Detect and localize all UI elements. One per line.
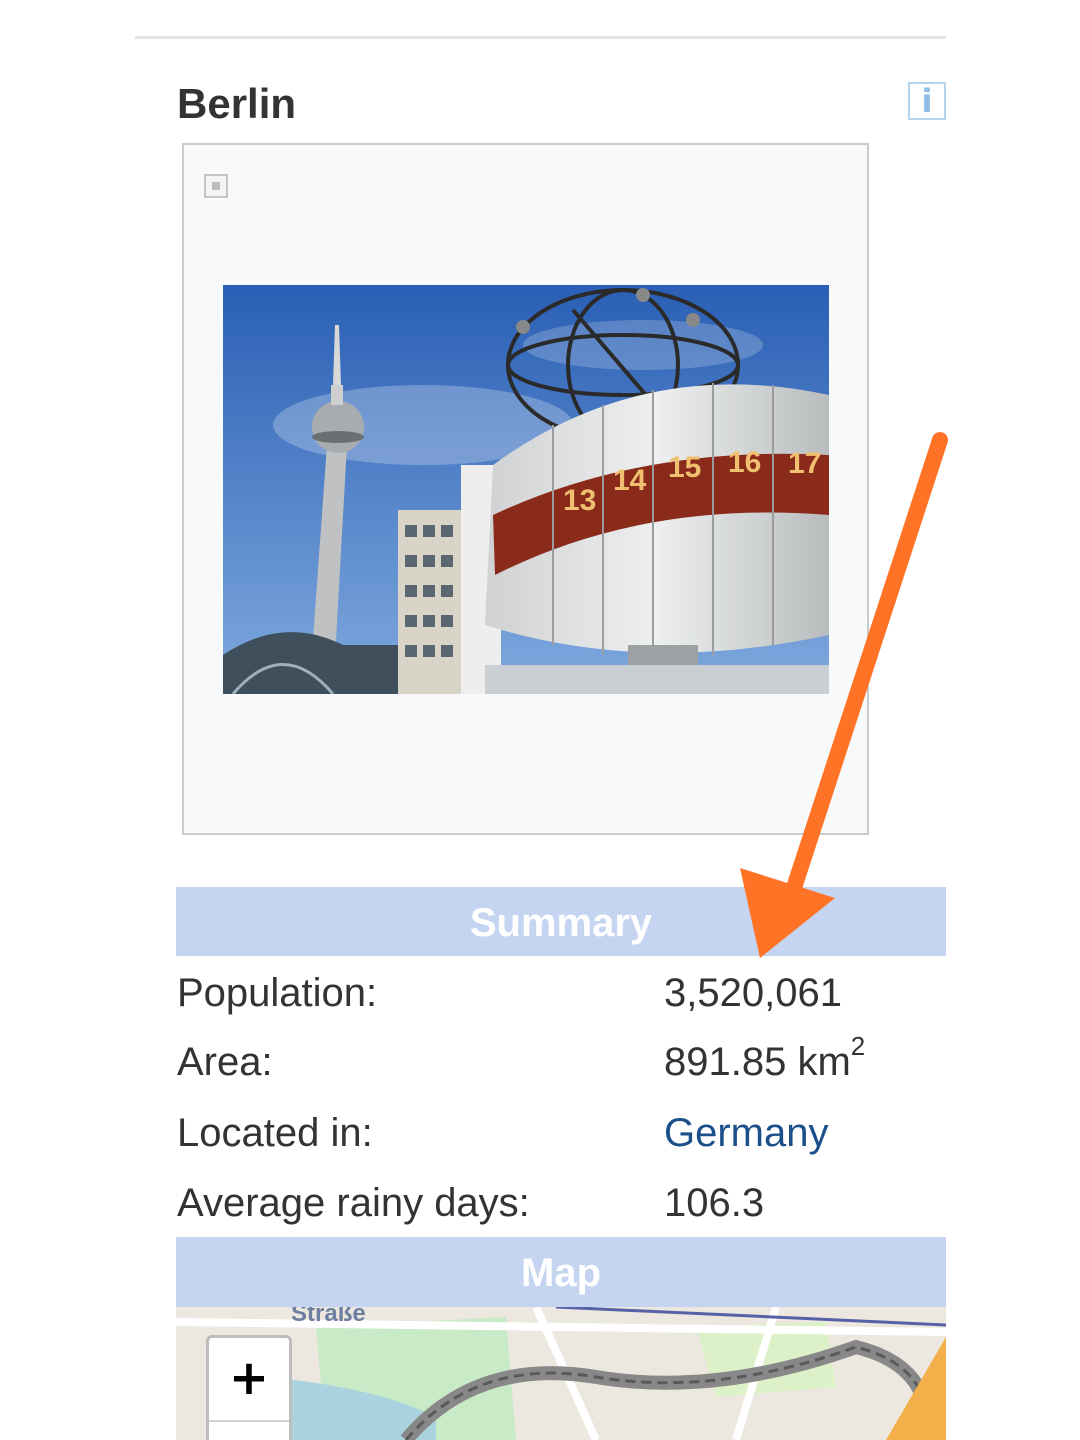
- info-icon[interactable]: i: [908, 82, 946, 120]
- zoom-in-button[interactable]: +: [209, 1338, 289, 1418]
- map-street-label: Straße: [291, 1307, 366, 1327]
- image-placeholder-icon: [204, 174, 228, 198]
- clock-number-16: 16: [728, 446, 761, 479]
- area-value: 891.85 km2: [664, 1032, 865, 1092]
- heading-divider: [135, 36, 946, 39]
- summary-row-located-in: Located in: Germany: [177, 1103, 937, 1163]
- summary-row-area: Area: 891.85 km2: [177, 1032, 937, 1092]
- clock-number-13: 13: [563, 484, 596, 517]
- summary-row-rainy-days: Average rainy days: 106.3: [177, 1173, 937, 1233]
- area-unit-exponent: 2: [850, 1031, 866, 1061]
- rainy-days-value: 106.3: [664, 1181, 765, 1225]
- population-value: 3,520,061: [664, 971, 842, 1015]
- map-view[interactable]: Straße +: [176, 1307, 946, 1440]
- map-zoom-control: +: [206, 1335, 292, 1440]
- summary-row-population: Population: 3,520,061: [177, 963, 937, 1023]
- population-label: Population:: [177, 971, 378, 1015]
- located-in-label: Located in:: [177, 1111, 373, 1155]
- infobox-image-frame[interactable]: 13 14 15 16 17: [182, 143, 869, 835]
- infobox-photo[interactable]: 13 14 15 16 17: [223, 285, 829, 694]
- clock-number-17: 17: [788, 447, 821, 480]
- rainy-days-label: Average rainy days:: [177, 1181, 530, 1225]
- area-value-number: 891.85 km: [664, 1040, 851, 1084]
- germany-link[interactable]: Germany: [664, 1103, 829, 1163]
- clock-number-15: 15: [668, 451, 701, 484]
- page-heading: Berlin: [135, 0, 290, 12]
- summary-header: Summary: [176, 887, 946, 956]
- infobox-title: Berlin: [177, 80, 297, 127]
- page: Berlin Berlin i: [0, 0, 1080, 1440]
- clock-number-14: 14: [613, 464, 647, 497]
- area-label: Area:: [177, 1040, 273, 1084]
- map-header: Map: [176, 1237, 946, 1307]
- zoom-separator: [209, 1420, 289, 1422]
